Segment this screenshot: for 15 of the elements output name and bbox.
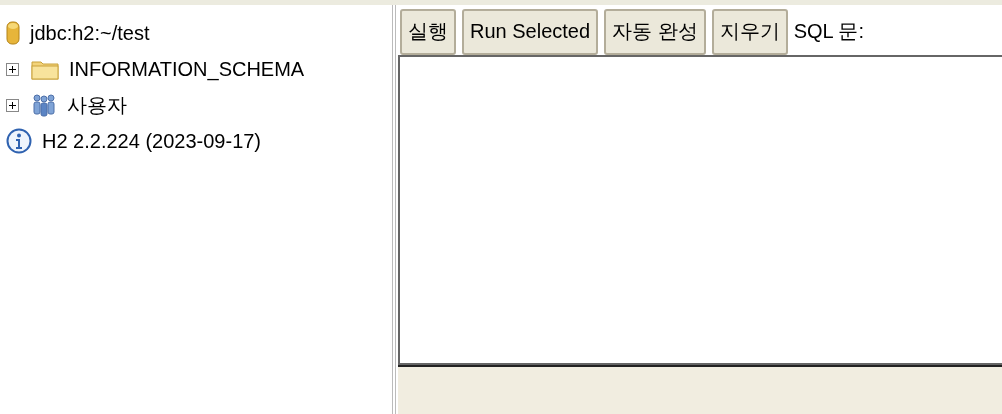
toolbar-button[interactable]: 실행	[400, 8, 456, 55]
expand-icon[interactable]	[6, 62, 19, 76]
tree-item[interactable]: H2 2.2.224 (2023-09-17)	[42, 129, 262, 153]
sql-label: SQL 문:	[793, 19, 865, 44]
folder-icon	[31, 58, 59, 80]
tree-item[interactable]: 사용자	[67, 91, 127, 119]
info-icon	[6, 128, 32, 154]
users-icon	[31, 93, 57, 117]
toolbar-button[interactable]: Run Selected	[462, 8, 599, 55]
tree-item[interactable]: jdbc:h2:~/test	[30, 21, 150, 45]
database-icon	[6, 21, 20, 45]
tree-item[interactable]: INFORMATION_SCHEMA	[69, 57, 305, 81]
expand-icon[interactable]	[6, 98, 19, 112]
toolbar-button[interactable]: 자동 완성	[604, 8, 706, 55]
toolbar-button[interactable]: 지우기	[711, 8, 788, 55]
